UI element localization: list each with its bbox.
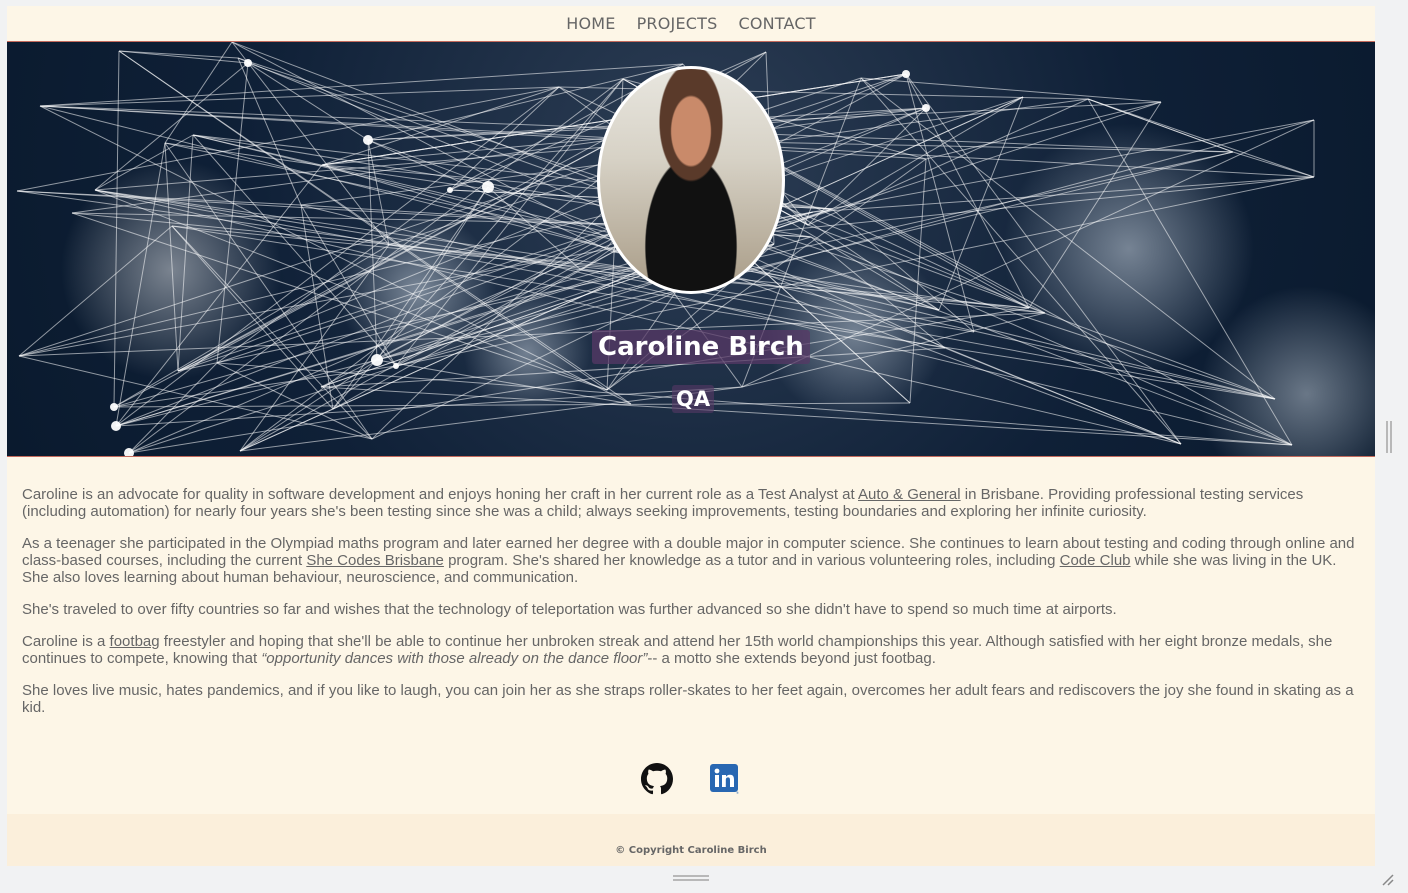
mesh-line xyxy=(71,138,618,214)
mesh-line xyxy=(1028,101,1162,309)
code-club-link[interactable]: Code Club xyxy=(1060,552,1131,569)
linkedin-link[interactable]: ® xyxy=(709,763,741,795)
bio-text: Caroline is an advocate for quality in s… xyxy=(22,486,859,503)
bio-text: Caroline is a xyxy=(22,633,110,650)
vertical-drag-handle[interactable] xyxy=(1386,421,1392,453)
mesh-line xyxy=(449,86,560,191)
social-links: ® xyxy=(7,763,1375,795)
mesh-line xyxy=(807,107,927,226)
mesh-line xyxy=(128,362,218,454)
mesh-node xyxy=(363,135,373,145)
mesh-line xyxy=(741,119,1315,388)
resize-grip-icon[interactable] xyxy=(1379,871,1395,887)
horizontal-drag-handle[interactable] xyxy=(673,875,709,881)
mesh-node xyxy=(371,354,383,366)
mesh-node xyxy=(447,187,453,193)
mesh-node xyxy=(482,181,494,193)
linkedin-icon: ® xyxy=(710,764,739,795)
mesh-line xyxy=(860,77,1162,103)
hero-banner: Caroline Birch QA xyxy=(7,42,1375,457)
mesh-line xyxy=(860,77,1182,445)
bio-paragraph-5: She loves live music, hates pandemics, a… xyxy=(22,682,1354,716)
bio-text: -- a motto she extends beyond just footb… xyxy=(647,650,936,667)
mesh-line xyxy=(216,189,451,364)
auto-general-link[interactable]: Auto & General xyxy=(858,486,961,503)
mesh-line xyxy=(247,62,369,141)
mesh-line xyxy=(39,86,560,107)
footbag-link[interactable]: footbag xyxy=(110,633,160,650)
profile-photo xyxy=(597,66,785,294)
nav-contact-link[interactable]: CONTACT xyxy=(738,14,815,33)
mesh-line xyxy=(216,362,373,440)
svg-text:®: ® xyxy=(736,791,739,795)
she-codes-link[interactable]: She Codes Brisbane xyxy=(306,552,444,569)
mesh-node xyxy=(922,104,930,112)
mesh-line xyxy=(216,62,249,364)
mesh-line xyxy=(925,101,1162,160)
github-icon xyxy=(641,763,673,795)
mesh-node xyxy=(244,59,252,67)
nav-home-link[interactable]: HOME xyxy=(566,14,615,33)
bio-text: program. She's shared her knowledge as a… xyxy=(443,552,1060,569)
mesh-line xyxy=(1087,98,1315,178)
mesh-line xyxy=(113,244,390,408)
page-footer: © Copyright Caroline Birch xyxy=(7,814,1375,866)
mesh-line xyxy=(16,190,302,206)
mesh-line xyxy=(94,189,975,333)
mesh-line xyxy=(860,77,1276,400)
mesh-line xyxy=(376,359,632,405)
nav-projects-link[interactable]: PROJECTS xyxy=(637,14,718,33)
mesh-line xyxy=(812,176,1315,213)
mesh-line xyxy=(113,50,120,408)
github-link[interactable] xyxy=(641,763,673,795)
mesh-line xyxy=(18,355,373,440)
mesh-node xyxy=(111,421,121,431)
mesh-node xyxy=(110,403,118,411)
bio-paragraph-4: Caroline is a footbag freestyler and hop… xyxy=(22,633,1360,667)
bio-section: Caroline is an advocate for quality in s… xyxy=(7,457,1375,716)
mesh-line xyxy=(164,142,179,372)
mesh-line xyxy=(164,142,662,215)
mesh-line xyxy=(115,164,323,427)
mesh-line xyxy=(239,386,743,452)
top-nav: HOME PROJECTS CONTACT xyxy=(7,6,1375,42)
mesh-line xyxy=(177,134,194,372)
mesh-node xyxy=(902,70,910,78)
page-frame: HOME PROJECTS CONTACT Caroline Birch QA … xyxy=(7,6,1375,866)
hero-name: Caroline Birch xyxy=(592,330,810,364)
bio-paragraph-2: As a teenager she participated in the Ol… xyxy=(22,535,1360,586)
bio-paragraph-3: She's traveled to over fifty countries s… xyxy=(22,601,1117,618)
bio-paragraph-1: Caroline is an advocate for quality in s… xyxy=(22,486,1360,520)
mesh-line xyxy=(18,225,173,357)
hero-role: QA xyxy=(672,385,715,413)
mesh-node xyxy=(393,363,399,369)
motto-quote: “opportunity dances with those already o… xyxy=(261,650,648,667)
copyright-text: © Copyright Caroline Birch xyxy=(615,844,767,856)
mesh-line xyxy=(39,105,927,160)
